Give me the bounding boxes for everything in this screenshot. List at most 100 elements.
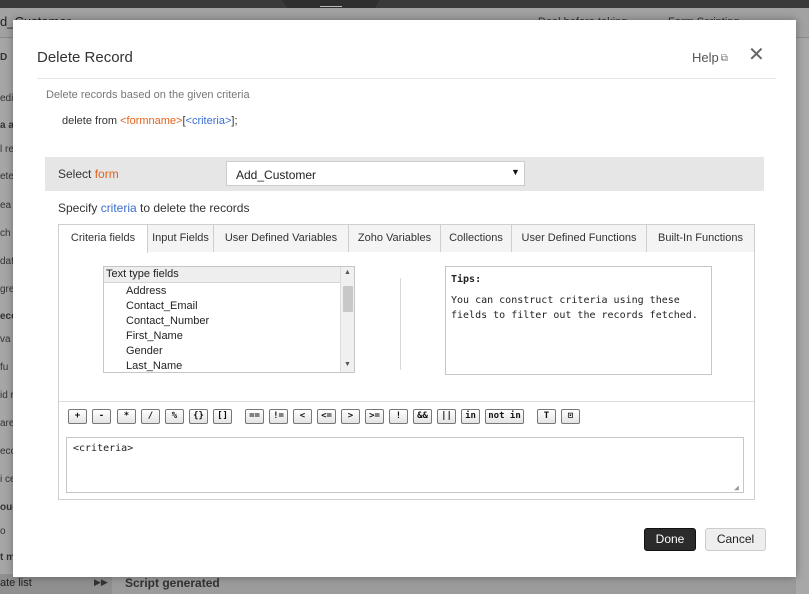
specify-highlight[interactable]: criteria xyxy=(101,201,137,215)
syntax-prefix: delete from xyxy=(62,115,121,127)
sidebar-fragment: l re xyxy=(0,144,13,155)
op-greater-equal-button[interactable]: >= xyxy=(365,409,384,424)
op-multiply-button[interactable]: * xyxy=(117,409,136,424)
scroll-thumb[interactable] xyxy=(343,286,353,312)
fields-group-header: Text type fields xyxy=(104,267,340,283)
specify-criteria-text: Specify criteria to delete the records xyxy=(58,201,249,215)
tips-text: You can construct criteria using these f… xyxy=(451,295,698,321)
sidebar-fragment: a a xyxy=(0,120,13,131)
sidebar-fragment: ecc xyxy=(0,446,13,457)
specify-suffix: to delete the records xyxy=(136,201,250,215)
op-minus-button[interactable]: - xyxy=(92,409,111,424)
background-bottom-item[interactable]: ate list ▶▶ xyxy=(0,574,112,594)
op-text-button[interactable]: T xyxy=(537,409,556,424)
op-divide-button[interactable]: / xyxy=(141,409,160,424)
op-equals-button[interactable]: == xyxy=(245,409,264,424)
tab-built-in-functions[interactable]: Built-In Functions xyxy=(647,225,754,252)
form-select-value: Add_Customer xyxy=(236,168,317,182)
select-form-label: Select form xyxy=(58,167,119,181)
tab-criteria-fields[interactable]: Criteria fields xyxy=(59,225,148,253)
criteria-textarea[interactable]: <criteria> ◢ xyxy=(66,437,744,493)
sidebar-fragment: gre xyxy=(0,284,13,295)
scroll-down-icon[interactable]: ▼ xyxy=(344,361,351,368)
dialog-title: Delete Record xyxy=(37,49,133,66)
done-button[interactable]: Done xyxy=(644,528,696,551)
list-item[interactable]: First_Name xyxy=(126,329,336,344)
tips-title: Tips: xyxy=(451,274,482,285)
fields-list: Address Contact_Email Contact_Number Fir… xyxy=(126,284,336,374)
sidebar-fragment: i ce xyxy=(0,474,13,485)
sidebar-fragment: ea xyxy=(0,200,12,211)
sidebar-fragment: t m xyxy=(0,552,13,563)
title-divider xyxy=(37,78,776,79)
cancel-button[interactable]: Cancel xyxy=(705,528,766,551)
help-label: Help xyxy=(692,50,719,65)
sidebar-fragment: are xyxy=(0,418,13,429)
list-item[interactable]: Gender xyxy=(126,344,336,359)
sidebar-fragment: fu xyxy=(0,362,9,373)
operators-divider xyxy=(59,401,754,402)
sidebar-fragment: oug xyxy=(0,502,13,513)
dropdown-arrow-icon: ▼ xyxy=(511,167,520,177)
tab-user-defined-functions[interactable]: User Defined Functions xyxy=(512,225,647,252)
sidebar-fragment: va xyxy=(0,334,11,345)
tab-bar: Criteria fields Input Fields User Define… xyxy=(59,225,754,253)
op-in-button[interactable]: in xyxy=(461,409,480,424)
fields-listbox[interactable]: Text type fields Address Contact_Email C… xyxy=(103,266,355,373)
op-greater-than-button[interactable]: > xyxy=(341,409,360,424)
op-and-button[interactable]: && xyxy=(413,409,432,424)
op-not-button[interactable]: ! xyxy=(389,409,408,424)
op-not-equals-button[interactable]: != xyxy=(269,409,288,424)
double-arrow-icon: ▶▶ xyxy=(94,577,108,587)
select-label-text: Select xyxy=(58,167,95,181)
delete-record-dialog: Delete Record Help ⧉ ✕ Delete records bas… xyxy=(13,20,796,577)
dialog-description: Delete records based on the given criter… xyxy=(46,89,250,101)
op-plus-button[interactable]: + xyxy=(68,409,87,424)
op-date-button[interactable]: ⊡ xyxy=(561,409,580,424)
close-icon[interactable]: ✕ xyxy=(748,42,765,67)
fields-scrollbar[interactable]: ▲ ▼ xyxy=(340,267,354,372)
sidebar-fragment: id r xyxy=(0,390,13,401)
help-link[interactable]: Help ⧉ xyxy=(692,50,728,65)
sidebar-fragment: o xyxy=(0,526,6,537)
op-less-equal-button[interactable]: <= xyxy=(317,409,336,424)
tips-box: Tips: You can construct criteria using t… xyxy=(445,266,712,375)
syntax-example: delete from <formname>[<criteria>]; xyxy=(62,115,238,127)
syntax-criteria: <criteria> xyxy=(185,115,232,127)
resize-grip-icon[interactable]: ◢ xyxy=(734,483,739,492)
vertical-divider xyxy=(400,278,401,370)
criteria-builder-panel: Criteria fields Input Fields User Define… xyxy=(58,224,755,500)
background-bottom-text: Script generated xyxy=(125,576,220,590)
top-toolbar-strip xyxy=(0,0,809,8)
sidebar-fragment: date xyxy=(0,256,13,267)
tab-collections[interactable]: Collections xyxy=(441,225,512,252)
list-item[interactable]: Address xyxy=(126,284,336,299)
sidebar-fragment: ch xyxy=(0,228,11,239)
op-modulo-button[interactable]: % xyxy=(165,409,184,424)
op-brackets-button[interactable]: [] xyxy=(213,409,232,424)
list-item[interactable]: Contact_Email xyxy=(126,299,336,314)
list-item[interactable]: Last_Name xyxy=(126,359,336,374)
criteria-text: <criteria> xyxy=(73,443,134,454)
scroll-up-icon[interactable]: ▲ xyxy=(344,269,351,276)
sidebar-fragment: D xyxy=(0,52,8,63)
select-label-highlight: form xyxy=(94,167,119,181)
op-or-button[interactable]: || xyxy=(437,409,456,424)
tab-user-defined-variables[interactable]: User Defined Variables xyxy=(214,225,349,252)
list-item[interactable]: Contact_Number xyxy=(126,314,336,329)
op-less-than-button[interactable]: < xyxy=(293,409,312,424)
bottom-item-label: ate list xyxy=(0,577,32,589)
background-sidebar: D edit a a l re ete ea ch date gre ece v… xyxy=(0,38,13,594)
form-select[interactable]: Add_Customer ▼ xyxy=(226,161,525,186)
select-form-row: Select form Add_Customer ▼ xyxy=(45,157,764,191)
background-right-edge xyxy=(796,38,809,594)
op-braces-button[interactable]: {} xyxy=(189,409,208,424)
op-not-in-button[interactable]: not in xyxy=(485,409,524,424)
syntax-formname: <formname> xyxy=(120,115,183,127)
tab-input-fields[interactable]: Input Fields xyxy=(148,225,214,252)
tab-zoho-variables[interactable]: Zoho Variables xyxy=(349,225,441,252)
sidebar-fragment: ete xyxy=(0,171,13,182)
sidebar-fragment: ece xyxy=(0,311,13,322)
external-window-icon: ⧉ xyxy=(720,53,728,64)
sidebar-fragment: edit xyxy=(0,93,13,104)
